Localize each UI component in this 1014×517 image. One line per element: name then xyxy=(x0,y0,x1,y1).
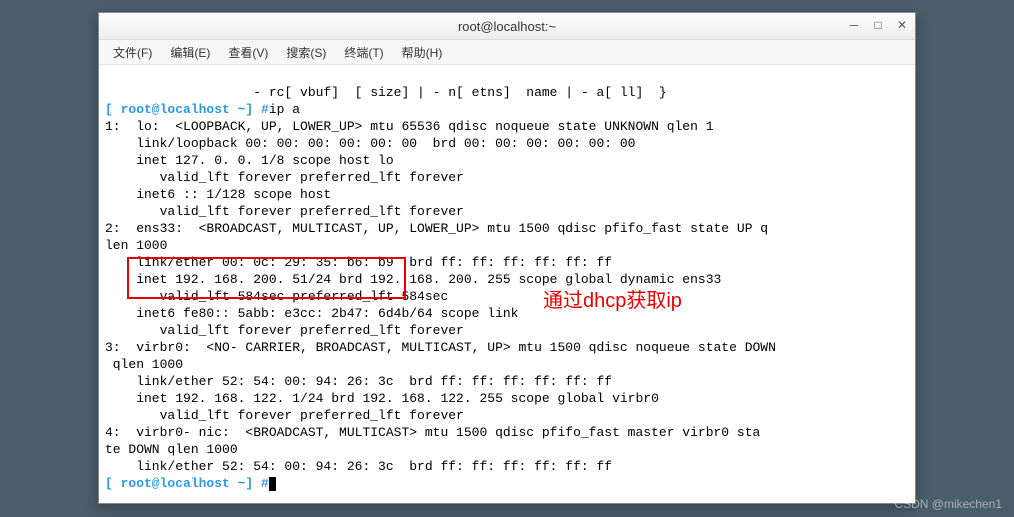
output-line: 3: virbr0: <NO- CARRIER, BROADCAST, MULT… xyxy=(105,340,776,355)
output-line: len 1000 xyxy=(105,238,167,253)
output-line: valid_lft forever preferred_lft forever xyxy=(105,408,464,423)
menu-search[interactable]: 搜索(S) xyxy=(278,42,334,63)
terminal-window: root@localhost:~ ─ □ ✕ 文件(F) 编辑(E) 查看(V)… xyxy=(98,12,916,504)
menu-terminal[interactable]: 终端(T) xyxy=(336,42,391,63)
output-line: 1: lo: <LOOPBACK, UP, LOWER_UP> mtu 6553… xyxy=(105,119,714,134)
annotation-text: 通过dhcp获取ip xyxy=(543,293,682,310)
output-line: valid_lft forever preferred_lft forever xyxy=(105,323,464,338)
menu-edit[interactable]: 编辑(E) xyxy=(162,42,218,63)
maximize-button[interactable]: □ xyxy=(869,16,887,34)
close-button[interactable]: ✕ xyxy=(893,16,911,34)
output-line: inet 127. 0. 0. 1/8 scope host lo xyxy=(105,153,394,168)
watermark: CSDN @mikechen1 xyxy=(894,497,1002,511)
command: ip a xyxy=(269,102,300,117)
shell-prompt: [ root@localhost ~] # xyxy=(105,102,269,117)
output-line: te DOWN qlen 1000 xyxy=(105,442,238,457)
output-line: link/ether 52: 54: 00: 94: 26: 3c brd ff… xyxy=(105,374,612,389)
output-line: inet6 fe80:: 5abb: e3cc: 2b47: 6d4b/64 s… xyxy=(105,306,518,321)
terminal-content[interactable]: - rc[ vbuf] [ size] | - n[ etns] name | … xyxy=(99,65,915,503)
output-line: inet 192. 168. 200. 51/24 brd 192. 168. … xyxy=(105,272,721,287)
menu-help[interactable]: 帮助(H) xyxy=(394,42,451,63)
output-line: qlen 1000 xyxy=(105,357,183,372)
menubar: 文件(F) 编辑(E) 查看(V) 搜索(S) 终端(T) 帮助(H) xyxy=(99,40,915,65)
output-line: valid_lft 584sec preferred_lft 584sec xyxy=(105,289,448,304)
window-title: root@localhost:~ xyxy=(458,19,556,34)
output-line: inet6 :: 1/128 scope host xyxy=(105,187,331,202)
cursor xyxy=(269,477,276,491)
output-line: valid_lft forever preferred_lft forever xyxy=(105,170,464,185)
titlebar[interactable]: root@localhost:~ ─ □ ✕ xyxy=(99,13,915,40)
output-line: - rc[ vbuf] [ size] | - n[ etns] name | … xyxy=(105,85,667,100)
output-line: inet 192. 168. 122. 1/24 brd 192. 168. 1… xyxy=(105,391,659,406)
output-line: valid_lft forever preferred_lft forever xyxy=(105,204,464,219)
output-line: link/loopback 00: 00: 00: 00: 00: 00 brd… xyxy=(105,136,636,151)
output-line: 2: ens33: <BROADCAST, MULTICAST, UP, LOW… xyxy=(105,221,768,236)
menu-file[interactable]: 文件(F) xyxy=(105,42,160,63)
output-line: link/ether 52: 54: 00: 94: 26: 3c brd ff… xyxy=(105,459,612,474)
minimize-button[interactable]: ─ xyxy=(845,16,863,34)
output-line: 4: virbr0- nic: <BROADCAST, MULTICAST> m… xyxy=(105,425,760,440)
menu-view[interactable]: 查看(V) xyxy=(220,42,276,63)
output-line: link/ether 00: 0c: 29: 35: b6: b9 brd ff… xyxy=(105,255,612,270)
shell-prompt: [ root@localhost ~] # xyxy=(105,476,269,491)
window-controls: ─ □ ✕ xyxy=(845,16,911,34)
